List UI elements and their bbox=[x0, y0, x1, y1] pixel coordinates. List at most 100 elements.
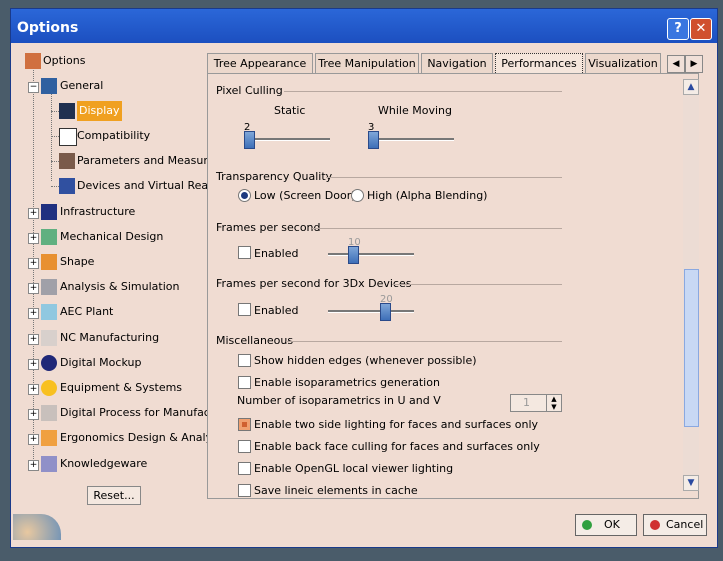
parameters-icon bbox=[59, 153, 75, 169]
scroll-thumb[interactable] bbox=[684, 269, 699, 427]
cancel-label: Cancel bbox=[666, 518, 704, 531]
pixel-culling-title: Pixel Culling bbox=[216, 84, 283, 97]
tree-label: Equipment & Systems bbox=[60, 381, 183, 394]
expand-icon[interactable]: + bbox=[28, 460, 39, 471]
options-dialog: Options ? ✕ Options − General Display Co… bbox=[10, 8, 718, 548]
expand-icon[interactable]: + bbox=[28, 434, 39, 445]
tree-label: Display bbox=[77, 101, 122, 121]
two-side-lighting-checkbox[interactable] bbox=[238, 418, 251, 431]
expand-icon[interactable]: + bbox=[28, 334, 39, 345]
tree-label: Infrastructure bbox=[60, 205, 136, 218]
options-icon bbox=[25, 53, 41, 69]
lineic-cache-checkbox[interactable] bbox=[238, 484, 251, 497]
tree-label: Shape bbox=[60, 255, 95, 268]
tab-visualization[interactable]: Visualization bbox=[585, 53, 661, 74]
expand-icon[interactable]: + bbox=[28, 233, 39, 244]
tree-label: Analysis & Simulation bbox=[60, 280, 180, 293]
opengl-lighting-label: Enable OpenGL local viewer lighting bbox=[254, 462, 454, 475]
static-slider[interactable] bbox=[244, 131, 255, 149]
hidden-edges-label: Show hidden edges (whenever possible) bbox=[254, 354, 477, 367]
help-button[interactable]: ? bbox=[667, 18, 689, 40]
fps3dx-title: Frames per second for 3Dx Devices bbox=[216, 277, 412, 290]
tab-navigation[interactable]: Navigation bbox=[421, 53, 493, 74]
ok-label: OK bbox=[604, 518, 620, 531]
expand-icon[interactable]: + bbox=[28, 283, 39, 294]
process-icon bbox=[41, 405, 57, 421]
knowledgeware-icon bbox=[41, 456, 57, 472]
tree-label: Digital Mockup bbox=[60, 356, 142, 369]
fps-enabled-label: Enabled bbox=[254, 247, 299, 260]
fps3dx-enabled-checkbox[interactable] bbox=[238, 303, 251, 316]
aec-icon bbox=[41, 304, 57, 320]
tree-label: NC Manufacturing bbox=[60, 331, 160, 344]
static-slider-track bbox=[244, 138, 330, 141]
scroll-up-icon[interactable]: ▲ bbox=[683, 79, 699, 95]
iso-gen-checkbox[interactable] bbox=[238, 376, 251, 389]
compatibility-icon bbox=[59, 128, 77, 146]
reset-button[interactable]: Reset... bbox=[87, 486, 141, 505]
app-logo bbox=[13, 514, 61, 540]
expand-icon[interactable]: + bbox=[28, 258, 39, 269]
window-title: Options bbox=[17, 20, 79, 36]
mockup-icon bbox=[41, 355, 57, 371]
fps-slider[interactable] bbox=[348, 246, 359, 264]
collapse-icon[interactable]: − bbox=[28, 82, 39, 93]
back-face-culling-label: Enable back face culling for faces and s… bbox=[254, 440, 540, 453]
title-bar[interactable]: Options ? ✕ bbox=[11, 9, 717, 43]
tree-label: Compatibility bbox=[77, 129, 151, 142]
low-radio[interactable] bbox=[238, 189, 251, 202]
fps-title: Frames per second bbox=[216, 221, 321, 234]
devices-icon bbox=[59, 178, 75, 194]
ok-icon bbox=[582, 520, 592, 530]
spinner-arrows-icon[interactable]: ▲ ▼ bbox=[546, 395, 561, 411]
analysis-icon bbox=[41, 279, 57, 295]
misc-title: Miscellaneous bbox=[216, 334, 294, 347]
expand-icon[interactable]: + bbox=[28, 384, 39, 395]
expand-icon[interactable]: + bbox=[28, 208, 39, 219]
transparency-title: Transparency Quality bbox=[216, 170, 333, 183]
shape-icon bbox=[41, 254, 57, 270]
low-label: Low (Screen Door) bbox=[254, 189, 356, 202]
cancel-button[interactable]: Cancel bbox=[643, 514, 707, 536]
fps3dx-slider[interactable] bbox=[380, 303, 391, 321]
two-side-lighting-label: Enable two side lighting for faces and s… bbox=[254, 418, 539, 431]
nc-icon bbox=[41, 330, 57, 346]
static-label: Static bbox=[274, 104, 306, 117]
iso-count-spinner[interactable]: 1 ▲ ▼ bbox=[510, 394, 562, 412]
tab-tree-manipulation[interactable]: Tree Manipulation bbox=[315, 53, 419, 74]
tree-label: Parameters and Measure bbox=[77, 154, 215, 167]
iso-count-label: Number of isoparametrics in U and V bbox=[237, 394, 441, 407]
fps-enabled-checkbox[interactable] bbox=[238, 246, 251, 259]
high-radio[interactable] bbox=[351, 189, 364, 202]
tree-label: Knowledgeware bbox=[60, 457, 148, 470]
iso-gen-label: Enable isoparametrics generation bbox=[254, 376, 440, 389]
tab-bar: Tree Appearance Tree Manipulation Naviga… bbox=[207, 53, 705, 75]
fps3dx-slider-track bbox=[328, 310, 414, 313]
tab-tree-appearance[interactable]: Tree Appearance bbox=[207, 53, 313, 74]
ergonomics-icon bbox=[41, 430, 57, 446]
while-moving-label: While Moving bbox=[378, 104, 452, 117]
expand-icon[interactable]: + bbox=[28, 308, 39, 319]
expand-icon[interactable]: + bbox=[28, 409, 39, 420]
moving-slider[interactable] bbox=[368, 131, 379, 149]
high-label: High (Alpha Blending) bbox=[367, 189, 488, 202]
scroll-down-icon[interactable]: ▼ bbox=[683, 475, 699, 491]
tree-label: Mechanical Design bbox=[60, 230, 164, 243]
mechanical-icon bbox=[41, 229, 57, 245]
expand-icon[interactable]: + bbox=[28, 359, 39, 370]
ok-button[interactable]: OK bbox=[575, 514, 637, 536]
cancel-icon bbox=[650, 520, 660, 530]
tab-performances[interactable]: Performances bbox=[495, 53, 583, 75]
tree-label: Ergonomics Design & Analysis bbox=[60, 431, 227, 444]
back-face-culling-checkbox[interactable] bbox=[238, 440, 251, 453]
panel-scrollbar[interactable]: ▲ ▼ bbox=[683, 79, 699, 491]
tab-scroll-left-icon[interactable]: ◀ bbox=[667, 55, 685, 73]
close-button[interactable]: ✕ bbox=[690, 18, 712, 40]
lineic-cache-label: Save lineic elements in cache bbox=[254, 484, 418, 497]
performances-panel: Pixel Culling Static While Moving 2 3 Tr… bbox=[207, 73, 699, 499]
display-icon bbox=[59, 103, 75, 119]
opengl-lighting-checkbox[interactable] bbox=[238, 462, 251, 475]
tab-scroll-right-icon[interactable]: ▶ bbox=[685, 55, 703, 73]
hidden-edges-checkbox[interactable] bbox=[238, 354, 251, 367]
fps3dx-enabled-label: Enabled bbox=[254, 304, 299, 317]
